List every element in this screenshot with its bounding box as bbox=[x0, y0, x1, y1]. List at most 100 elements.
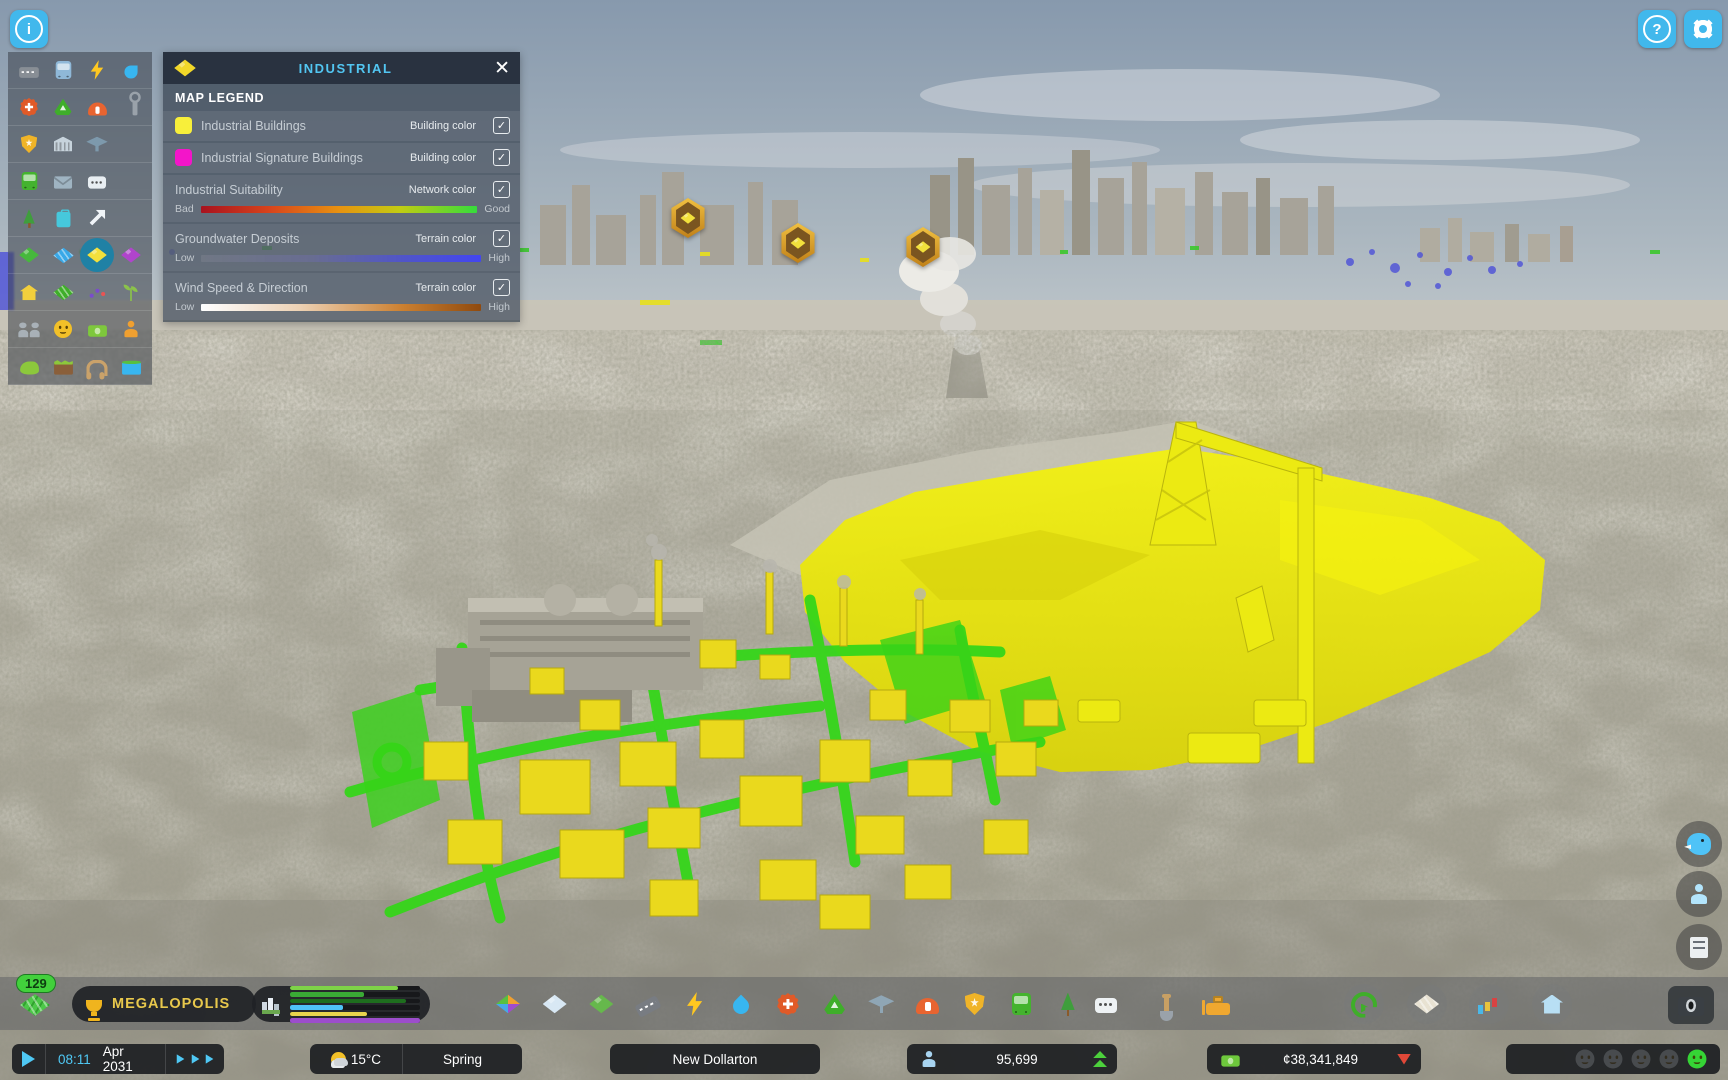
zoning-tool-button[interactable] bbox=[488, 984, 528, 1024]
play-button[interactable] bbox=[12, 1044, 45, 1074]
happiness-face-icon[interactable] bbox=[1576, 1050, 1595, 1069]
levels-infoview-button[interactable] bbox=[80, 275, 114, 309]
options-button[interactable] bbox=[1684, 10, 1722, 48]
communications-tool-button[interactable] bbox=[1086, 984, 1126, 1024]
healthcare-infoview-button[interactable] bbox=[12, 90, 46, 124]
infoview-row bbox=[8, 311, 152, 348]
city-information-panel-button[interactable] bbox=[1407, 984, 1447, 1024]
legend-checkbox[interactable]: ✓ bbox=[493, 117, 510, 134]
legend-checkbox[interactable]: ✓ bbox=[493, 149, 510, 166]
legend-row: Wind Speed & DirectionTerrain color✓LowH… bbox=[163, 273, 520, 320]
garbage-infoview-button[interactable] bbox=[46, 90, 80, 124]
roads-infoview-icon bbox=[19, 67, 39, 78]
legend-checkbox[interactable]: ✓ bbox=[493, 230, 510, 247]
education-tool-button[interactable] bbox=[861, 984, 901, 1024]
fire-rescue-tool-button[interactable] bbox=[908, 984, 948, 1024]
telecom-infoview-button[interactable] bbox=[80, 164, 114, 198]
wealth-infoview-button[interactable] bbox=[80, 312, 114, 346]
water-pollution-infoview-button[interactable] bbox=[114, 349, 148, 383]
transportation-tool-button[interactable] bbox=[1001, 984, 1041, 1024]
electricity-infoview-button[interactable] bbox=[80, 53, 114, 87]
chirper-button[interactable] bbox=[1676, 821, 1722, 867]
help-button[interactable]: ? bbox=[1638, 10, 1676, 48]
progression-pill[interactable]: MEGALOPOLIS bbox=[72, 986, 256, 1022]
close-icon[interactable]: ✕ bbox=[494, 59, 510, 78]
noise-pollution-infoview-icon bbox=[86, 359, 107, 375]
public-transport-infoview-button[interactable] bbox=[46, 53, 80, 87]
legend-color-type-label: Terrain color bbox=[415, 282, 476, 294]
zone-demand-pill[interactable] bbox=[252, 986, 430, 1022]
happiness-active-face-icon[interactable] bbox=[1688, 1050, 1707, 1069]
industrial-icon bbox=[174, 58, 196, 78]
happiness-pill[interactable] bbox=[1506, 1044, 1720, 1074]
economy-panel-button[interactable] bbox=[1344, 984, 1384, 1024]
industrial-map-marker[interactable] bbox=[780, 223, 816, 263]
terrain-infoview-button[interactable] bbox=[46, 238, 80, 272]
police-infoview-button[interactable] bbox=[12, 127, 46, 161]
electricity-tool-button[interactable] bbox=[675, 984, 715, 1024]
transportation-infoview-button[interactable] bbox=[12, 164, 46, 198]
routes-infoview-button[interactable] bbox=[80, 201, 114, 235]
education-infoview-button[interactable] bbox=[80, 127, 114, 161]
speed-button[interactable] bbox=[166, 1044, 224, 1074]
zones-infoview-button[interactable] bbox=[12, 238, 46, 272]
happiness-infoview-button[interactable] bbox=[46, 312, 80, 346]
happiness-face-icon[interactable] bbox=[1632, 1050, 1651, 1069]
tourism-infoview-icon bbox=[56, 212, 70, 228]
parks-recreation-infoview-icon bbox=[21, 209, 37, 228]
administration-infoview-button[interactable] bbox=[46, 127, 80, 161]
legend-row-label: Groundwater Deposits bbox=[175, 232, 406, 246]
demand-bar bbox=[290, 992, 420, 997]
milestone-level-badge[interactable]: 129 bbox=[16, 974, 56, 993]
population-pill[interactable]: 95,699 bbox=[907, 1044, 1117, 1074]
industrial-map-marker[interactable] bbox=[905, 227, 941, 267]
fire-rescue-infoview-button[interactable] bbox=[80, 90, 114, 124]
fast-forward-triangle bbox=[206, 1054, 214, 1064]
ground-pollution-infoview-button[interactable] bbox=[46, 349, 80, 383]
progression-panel-button[interactable] bbox=[1532, 984, 1572, 1024]
bulldozer-tool-button[interactable] bbox=[1198, 984, 1238, 1024]
population-infoview-button[interactable] bbox=[12, 312, 46, 346]
industrial-infoview-icon bbox=[87, 246, 107, 264]
tourism-infoview-button[interactable] bbox=[46, 201, 80, 235]
money-pill[interactable]: ¢38,341,849 bbox=[1207, 1044, 1421, 1074]
parks-recreation-tool-button[interactable] bbox=[1048, 984, 1088, 1024]
industrial-infoview-button[interactable] bbox=[80, 238, 114, 272]
legend-color-type-label: Terrain color bbox=[415, 233, 476, 245]
follow-citizen-button[interactable] bbox=[1676, 871, 1722, 917]
areas-tool-button[interactable] bbox=[535, 984, 575, 1024]
ground-pollution-infoview-icon bbox=[54, 362, 73, 374]
legend-checkbox[interactable]: ✓ bbox=[493, 279, 510, 296]
post-infoview-button[interactable] bbox=[46, 164, 80, 198]
land-value-infoview-button[interactable] bbox=[46, 275, 80, 309]
parks-recreation-infoview-button[interactable] bbox=[12, 201, 46, 235]
industrial-map-marker[interactable] bbox=[670, 198, 706, 238]
roads-tool-button[interactable] bbox=[628, 984, 668, 1024]
water-infoview-button[interactable] bbox=[114, 53, 148, 87]
info-panel-button[interactable]: i bbox=[10, 10, 48, 48]
greenery-infoview-button[interactable] bbox=[114, 275, 148, 309]
game-viewport[interactable]: { "app": {"accent": "#41b8ec"}, "top_lef… bbox=[0, 0, 1728, 1080]
photo-mode-button[interactable] bbox=[1668, 986, 1714, 1024]
journal-button[interactable] bbox=[1676, 924, 1722, 970]
happiness-face-icon[interactable] bbox=[1604, 1050, 1623, 1069]
city-name-pill[interactable]: New Dollarton bbox=[610, 1044, 820, 1074]
signature-buildings-tool-button[interactable] bbox=[581, 984, 621, 1024]
roads-infoview-button[interactable] bbox=[12, 53, 46, 87]
workplaces-infoview-button[interactable] bbox=[114, 312, 148, 346]
maintenance-infoview-button[interactable] bbox=[114, 90, 148, 124]
legend-checkbox[interactable]: ✓ bbox=[493, 181, 510, 198]
garbage-tool-button[interactable] bbox=[815, 984, 855, 1024]
signature-infoview-button[interactable] bbox=[114, 238, 148, 272]
residential-infoview-button[interactable] bbox=[12, 275, 46, 309]
happiness-face-icon[interactable] bbox=[1660, 1050, 1679, 1069]
water-sewage-tool-button[interactable] bbox=[721, 984, 761, 1024]
statistics-panel-button[interactable] bbox=[1469, 984, 1509, 1024]
noise-pollution-infoview-button[interactable] bbox=[80, 349, 114, 383]
air-pollution-infoview-button[interactable] bbox=[12, 349, 46, 383]
healthcare-tool-button[interactable] bbox=[768, 984, 808, 1024]
weather-pill[interactable]: 15°C Spring bbox=[310, 1044, 522, 1074]
police-tool-button[interactable] bbox=[955, 984, 995, 1024]
info-icon: i bbox=[15, 15, 43, 43]
landscaping-tool-button[interactable] bbox=[1142, 984, 1182, 1024]
